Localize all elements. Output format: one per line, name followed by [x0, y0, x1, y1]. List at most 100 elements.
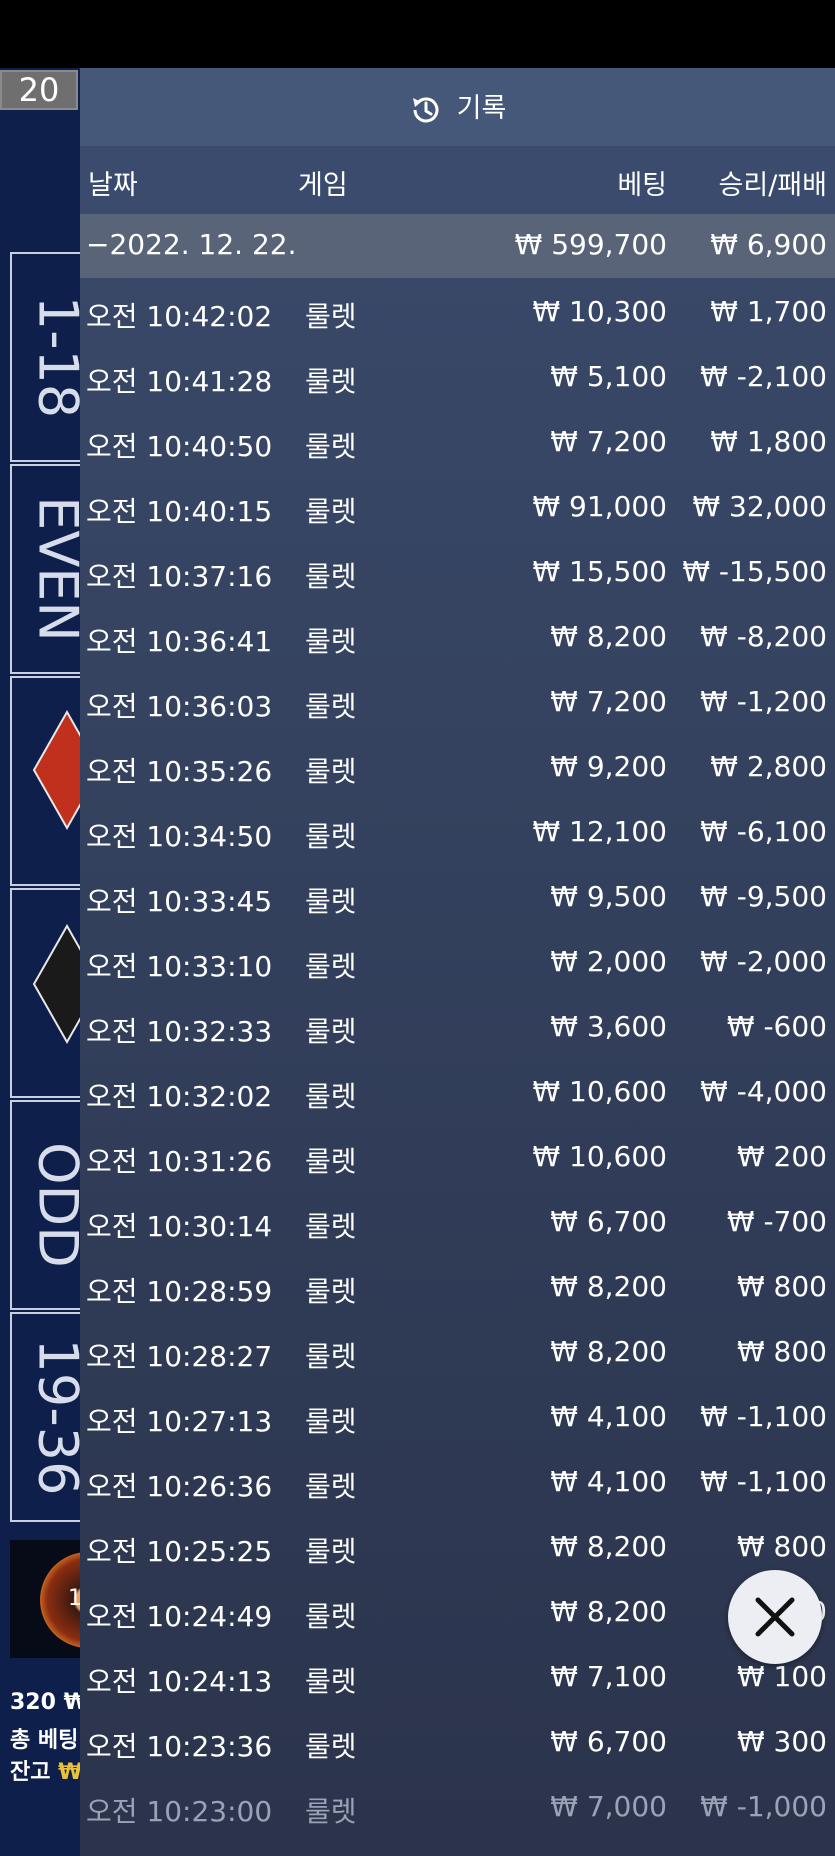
row-time: 오전 10:32:33	[86, 1015, 273, 1048]
bet-cell-odd: ODD	[10, 1100, 80, 1310]
black-diamond-icon	[32, 924, 80, 1044]
row-game: 룰렛	[305, 365, 357, 398]
row-time: 오전 10:26:36	[86, 1470, 273, 1503]
date-group-row[interactable]: −2022. 12. 22. ₩ 599,700 ₩ 6,900	[80, 214, 835, 278]
row-result: ₩ 32,000	[692, 490, 827, 523]
list-item[interactable]: 오전 10:27:13 룰렛 ₩ 4,100 ₩ -1,100	[80, 1386, 835, 1451]
row-game: 룰렛	[305, 1015, 357, 1048]
bet-cell-1-18: 1-18	[10, 252, 80, 462]
row-game: 룰렛	[305, 1405, 357, 1438]
row-time: 오전 10:31:26	[86, 1145, 273, 1178]
list-item[interactable]: 오전 10:28:27 룰렛 ₩ 8,200 ₩ 800	[80, 1321, 835, 1386]
panel-title: 기록	[80, 86, 835, 127]
list-item[interactable]: 오전 10:40:15 룰렛 ₩ 91,000 ₩ 32,000	[80, 476, 835, 541]
list-item[interactable]: 오전 10:33:10 룰렛 ₩ 2,000 ₩ -2,000	[80, 931, 835, 996]
row-result: ₩ -4,000	[700, 1075, 827, 1108]
row-game: 룰렛	[305, 1080, 357, 1113]
row-game: 룰렛	[305, 1535, 357, 1568]
round-counter: 20	[0, 70, 78, 110]
list-item[interactable]: 오전 10:32:33 룰렛 ₩ 3,600 ₩ -600	[80, 996, 835, 1061]
list-item[interactable]: 오전 10:28:59 룰렛 ₩ 8,200 ₩ 800	[80, 1256, 835, 1321]
row-result: ₩ 100	[736, 1660, 827, 1693]
row-game: 룰렛	[305, 495, 357, 528]
row-game: 룰렛	[305, 690, 357, 723]
row-bet: ₩ 8,200	[550, 1335, 667, 1368]
list-item[interactable]: 오전 10:31:26 룰렛 ₩ 10,600 ₩ 200	[80, 1126, 835, 1191]
history-panel: 기록 날짜 게임 베팅 승리/패배 −2022. 12. 22. ₩ 599,7…	[80, 68, 835, 1856]
close-button[interactable]	[728, 1570, 822, 1664]
row-bet: ₩ 10,600	[532, 1075, 667, 1108]
row-bet: ₩ 7,200	[550, 425, 667, 458]
list-item[interactable]: 오전 10:36:41 룰렛 ₩ 8,200 ₩ -8,200	[80, 606, 835, 671]
list-item[interactable]: 오전 10:33:45 룰렛 ₩ 9,500 ₩ -9,500	[80, 866, 835, 931]
row-time: 오전 10:23:00	[86, 1795, 273, 1828]
list-item[interactable]: 오전 10:23:00 룰렛 ₩ 7,000 ₩ -1,000	[80, 1776, 835, 1841]
row-result: ₩ 800	[736, 1335, 827, 1368]
row-time: 오전 10:36:03	[86, 690, 273, 723]
row-game: 룰렛	[305, 885, 357, 918]
bet-cell-even: EVEN	[10, 464, 80, 674]
row-time: 오전 10:40:50	[86, 430, 273, 463]
list-item[interactable]: 오전 10:41:28 룰렛 ₩ 5,100 ₩ -2,100	[80, 346, 835, 411]
row-game: 룰렛	[305, 1665, 357, 1698]
list-item[interactable]: 오전 10:35:26 룰렛 ₩ 9,200 ₩ 2,800	[80, 736, 835, 801]
list-item[interactable]: 오전 10:37:16 룰렛 ₩ 15,500 ₩ -15,500	[80, 541, 835, 606]
row-result: ₩ 300	[736, 1725, 827, 1758]
top-bar	[0, 0, 835, 68]
row-time: 오전 10:23:36	[86, 1730, 273, 1763]
list-item[interactable]: 오전 10:25:25 룰렛 ₩ 8,200 ₩ 800	[80, 1516, 835, 1581]
row-result: ₩ -600	[726, 1010, 827, 1043]
header-bet: 베팅	[617, 170, 667, 201]
row-bet: ₩ 8,200	[550, 1530, 667, 1563]
row-game: 룰렛	[305, 625, 357, 658]
row-result: ₩ 1,700	[710, 295, 827, 328]
list-item[interactable]: 오전 10:36:03 룰렛 ₩ 7,200 ₩ -1,200	[80, 671, 835, 736]
row-game: 룰렛	[305, 1470, 357, 1503]
column-headers: 날짜 게임 베팅 승리/패배	[80, 146, 835, 214]
close-icon	[755, 1597, 795, 1637]
row-bet: ₩ 8,200	[550, 1270, 667, 1303]
row-time: 오전 10:41:28	[86, 365, 273, 398]
row-result: ₩ 800	[736, 1530, 827, 1563]
row-game: 룰렛	[305, 1145, 357, 1178]
row-game: 룰렛	[305, 1730, 357, 1763]
list-item[interactable]: 오전 10:34:50 룰렛 ₩ 12,100 ₩ -6,100	[80, 801, 835, 866]
date-group-label: −2022. 12. 22.	[86, 228, 297, 261]
list-item[interactable]: 오전 10:23:36 룰렛 ₩ 6,700 ₩ 300	[80, 1711, 835, 1776]
row-time: 오전 10:34:50	[86, 820, 273, 853]
row-result: ₩ -8,200	[700, 620, 827, 653]
row-time: 오전 10:28:27	[86, 1340, 273, 1373]
row-time: 오전 10:37:16	[86, 560, 273, 593]
row-time: 오전 10:33:45	[86, 885, 273, 918]
row-bet: ₩ 7,100	[550, 1660, 667, 1693]
header-date: 날짜	[88, 170, 138, 201]
list-item[interactable]: 오전 10:30:14 룰렛 ₩ 6,700 ₩ -700	[80, 1191, 835, 1256]
date-group-result: ₩ 6,900	[710, 228, 827, 261]
row-result: ₩ 2,800	[710, 750, 827, 783]
row-game: 룰렛	[305, 755, 357, 788]
row-result: ₩ -1,100	[700, 1465, 827, 1498]
row-result: ₩ -15,500	[682, 555, 827, 588]
row-result: ₩ -9,500	[700, 880, 827, 913]
row-time: 오전 10:42:02	[86, 300, 273, 333]
row-game: 룰렛	[305, 1210, 357, 1243]
background-roulette-table: 1-18 EVEN ODD 19-36 1 320 ₩ 총 베팅 잔고 ₩	[0, 68, 80, 1856]
row-time: 오전 10:32:02	[86, 1080, 273, 1113]
row-game: 룰렛	[305, 1340, 357, 1373]
row-result: ₩ -1,100	[700, 1400, 827, 1433]
header-game: 게임	[298, 170, 348, 201]
row-bet: ₩ 6,700	[550, 1725, 667, 1758]
list-item[interactable]: 오전 10:40:50 룰렛 ₩ 7,200 ₩ 1,800	[80, 411, 835, 476]
list-item[interactable]: 오전 10:26:36 룰렛 ₩ 4,100 ₩ -1,100	[80, 1451, 835, 1516]
list-item[interactable]: 오전 10:32:02 룰렛 ₩ 10,600 ₩ -4,000	[80, 1061, 835, 1126]
row-bet: ₩ 8,200	[550, 620, 667, 653]
info-line-total-bet: 총 베팅	[10, 1728, 79, 1753]
list-item[interactable]: 오전 10:42:02 룰렛 ₩ 10,300 ₩ 1,700	[80, 281, 835, 346]
row-bet: ₩ 6,700	[550, 1205, 667, 1238]
row-time: 오전 10:28:59	[86, 1275, 273, 1308]
row-result: ₩ 800	[736, 1270, 827, 1303]
row-bet: ₩ 91,000	[532, 490, 667, 523]
row-bet: ₩ 4,100	[550, 1465, 667, 1498]
list-item[interactable]: 오전 10:24:49룰렛₩ 8,200₩ 800	[80, 1581, 835, 1646]
list-item[interactable]: 오전 10:24:13 룰렛 ₩ 7,100 ₩ 100	[80, 1646, 835, 1711]
